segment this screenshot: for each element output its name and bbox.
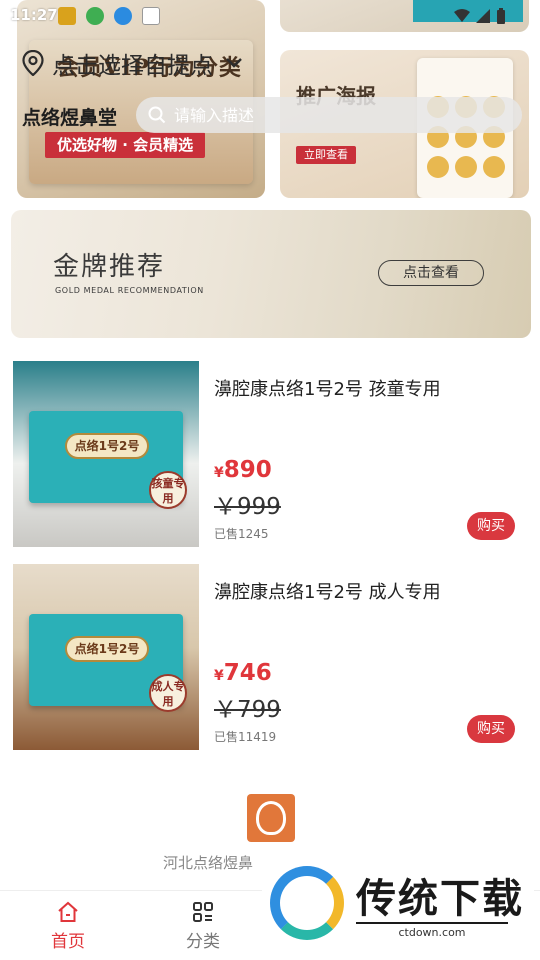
status-time: 11:27 <box>10 6 58 24</box>
original-price: ￥999 <box>214 494 281 520</box>
product-box: 点络1号2号 成人专用 <box>29 614 187 712</box>
original-price: ￥799 <box>214 697 281 723</box>
home-icon <box>58 901 78 922</box>
brand-text: 河北点络煜鼻 <box>163 854 254 872</box>
shop-name: 点络煜鼻堂 <box>22 107 118 129</box>
product-audience-tag: 孩童专用 <box>149 471 187 509</box>
product-price: ¥746 <box>214 660 272 686</box>
brand-logo <box>247 794 295 842</box>
signal-icon <box>476 9 490 23</box>
poster-view-button[interactable]: 立即查看 <box>296 146 356 164</box>
sold-count: 已售11419 <box>214 730 277 744</box>
product-box-label: 点络1号2号 <box>65 636 149 662</box>
price-value: 890 <box>223 457 272 483</box>
product-price: ¥890 <box>214 457 272 483</box>
search-bar[interactable] <box>136 97 522 133</box>
watermark: 传统下载 ctdown.com <box>262 858 534 948</box>
news-notification-icon <box>142 7 160 25</box>
tab-category-label: 分类 <box>186 932 220 952</box>
gold-banner-subtitle: GOLD MEDAL RECOMMENDATION <box>55 286 204 295</box>
currency-symbol: ¥ <box>214 465 224 481</box>
product-audience-tag: 成人专用 <box>149 674 187 712</box>
product-box-label: 点络1号2号 <box>65 433 149 459</box>
buy-button[interactable]: 购买 <box>467 715 515 743</box>
status-icons <box>454 8 506 24</box>
search-input[interactable] <box>174 105 494 125</box>
watermark-url: ctdown.com <box>356 922 508 939</box>
chevron-down-icon <box>226 58 242 68</box>
sold-count: 已售1245 <box>214 527 269 541</box>
gold-recommendation-banner[interactable]: 金牌推荐 GOLD MEDAL RECOMMENDATION 点击查看 <box>11 210 531 338</box>
pickup-location-selector[interactable]: 点击选择自提点 <box>22 46 243 80</box>
tab-home[interactable]: 首页 <box>33 901 103 952</box>
location-label: 点击选择自提点 <box>52 53 213 79</box>
gold-banner-title: 金牌推荐 <box>53 252 166 282</box>
product-name[interactable]: 濞腔康点络1号2号 孩童专用 <box>214 375 441 401</box>
download-notification-icon <box>114 7 132 25</box>
battery-icon <box>497 8 505 24</box>
currency-symbol: ¥ <box>214 668 224 684</box>
watermark-title: 传统下载 <box>356 876 524 922</box>
vip-banner-subtitle: 优选好物 · 会员精选 <box>45 132 206 158</box>
app-notification-icon <box>58 7 76 25</box>
product-item[interactable]: 点络1号2号 孩童专用 濞腔康点络1号2号 孩童专用 ¥890 ￥999 已售1… <box>13 361 528 547</box>
product-box: 点络1号2号 孩童专用 <box>29 411 187 509</box>
price-value: 746 <box>223 660 272 686</box>
product-name[interactable]: 濞腔康点络1号2号 成人专用 <box>214 578 441 604</box>
location-pin-icon <box>22 50 44 76</box>
leaf-notification-icon <box>86 7 104 25</box>
product-image[interactable]: 点络1号2号 成人专用 <box>13 564 199 750</box>
tab-home-label: 首页 <box>51 932 85 952</box>
watermark-logo-icon <box>270 866 344 940</box>
wifi-icon <box>454 9 470 22</box>
category-grid-icon <box>193 902 213 922</box>
buy-button[interactable]: 购买 <box>467 512 515 540</box>
product-item[interactable]: 点络1号2号 成人专用 濞腔康点络1号2号 成人专用 ¥746 ￥799 已售1… <box>13 564 528 750</box>
search-icon <box>148 106 166 124</box>
tab-category[interactable]: 分类 <box>168 901 238 952</box>
status-bar: 11:27 <box>0 0 540 32</box>
gold-banner-view-button[interactable]: 点击查看 <box>378 260 484 286</box>
product-image[interactable]: 点络1号2号 孩童专用 <box>13 361 199 547</box>
app-root: 会员VIP行为分类 优选好物 · 会员精选 推广海报 立即查看 11:27 点击… <box>0 0 540 960</box>
